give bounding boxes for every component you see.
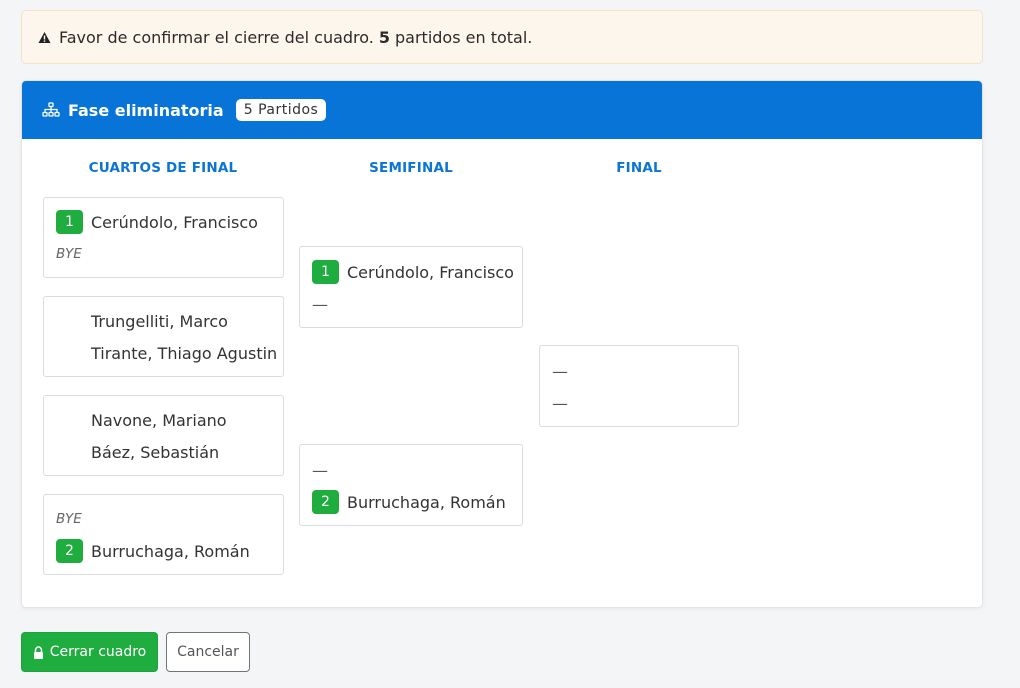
match-slot-bottom: 2 Burruchaga, Román — [56, 539, 250, 563]
match-quarterfinal-2[interactable]: Trungelliti, Marco Tirante, Thiago Agust… — [43, 296, 284, 377]
alert-count: 5 — [378, 27, 391, 47]
match-slot-top: Navone, Mariano — [56, 408, 227, 432]
empty-slot-placeholder: — — [552, 361, 568, 381]
player-name: Tirante, Thiago Agustin — [91, 343, 278, 363]
match-slot-bottom: — — [552, 391, 568, 415]
player-name: Burruchaga, Román — [91, 541, 250, 561]
alert-text-before: Favor de confirmar el cierre del cuadro. — [59, 27, 374, 47]
match-slot-top: — — [552, 359, 568, 383]
alert-text-after: partidos en total. — [395, 27, 533, 47]
seed-badge: 2 — [312, 490, 339, 514]
match-slot-bottom: Báez, Sebastián — [56, 440, 219, 464]
lock-icon — [33, 645, 44, 659]
bye-label: BYE — [56, 511, 82, 527]
bye-label: BYE — [56, 246, 82, 262]
match-slot-top: 1 Cerúndolo, Francisco — [56, 210, 258, 234]
round-label-semifinal: SEMIFINAL — [369, 160, 453, 176]
seed-badge: 1 — [312, 260, 339, 284]
match-slot-bottom: 2 Burruchaga, Román — [312, 490, 506, 514]
player-name: Burruchaga, Román — [347, 492, 506, 512]
match-quarterfinal-1[interactable]: 1 Cerúndolo, Francisco BYE — [43, 197, 284, 278]
seed-badge: 1 — [56, 210, 83, 234]
empty-slot-placeholder: — — [552, 393, 568, 413]
player-name: Trungelliti, Marco — [91, 311, 228, 331]
bracket-header: Fase eliminatoria 5 Partidos — [22, 81, 982, 139]
round-label-final: FINAL — [616, 160, 662, 176]
match-quarterfinal-4[interactable]: BYE 2 Burruchaga, Román — [43, 494, 284, 575]
round-label-quarterfinals: CUARTOS DE FINAL — [88, 160, 238, 176]
seed-badge: 2 — [56, 539, 83, 563]
confirmation-alert: Favor de confirmar el cierre del cuadro.… — [21, 10, 983, 64]
cancel-label: Cancelar — [177, 644, 239, 660]
match-slot-top: — — [312, 458, 328, 482]
match-slot-top: 1 Cerúndolo, Francisco — [312, 260, 514, 284]
bracket-title: Fase eliminatoria — [68, 100, 224, 120]
player-name: Báez, Sebastián — [91, 442, 220, 462]
player-name: Cerúndolo, Francisco — [347, 262, 514, 282]
match-slot-bottom: — — [312, 292, 328, 316]
player-name: Navone, Mariano — [91, 410, 227, 430]
match-quarterfinal-3[interactable]: Navone, Mariano Báez, Sebastián — [43, 395, 284, 476]
match-slot-bottom: BYE — [56, 242, 82, 266]
match-slot-top: BYE — [56, 507, 82, 531]
empty-slot-placeholder: — — [312, 460, 328, 480]
warning-triangle-icon — [38, 31, 51, 44]
sitemap-icon — [42, 102, 60, 118]
match-final[interactable]: — — — [539, 345, 739, 427]
bracket-card: Fase eliminatoria 5 Partidos CUARTOS DE … — [21, 80, 983, 608]
player-name: Cerúndolo, Francisco — [91, 212, 258, 232]
match-semifinal-2[interactable]: — 2 Burruchaga, Román — [299, 444, 523, 526]
matches-count-badge: 5 Partidos — [235, 99, 327, 121]
close-bracket-button[interactable]: Cerrar cuadro — [21, 632, 158, 672]
cancel-button[interactable]: Cancelar — [166, 632, 250, 672]
match-slot-bottom: Tirante, Thiago Agustin — [56, 341, 277, 365]
match-slot-top: Trungelliti, Marco — [56, 309, 228, 333]
empty-slot-placeholder: — — [312, 294, 328, 314]
close-bracket-label: Cerrar cuadro — [49, 644, 147, 660]
match-semifinal-1[interactable]: 1 Cerúndolo, Francisco — — [299, 246, 523, 328]
